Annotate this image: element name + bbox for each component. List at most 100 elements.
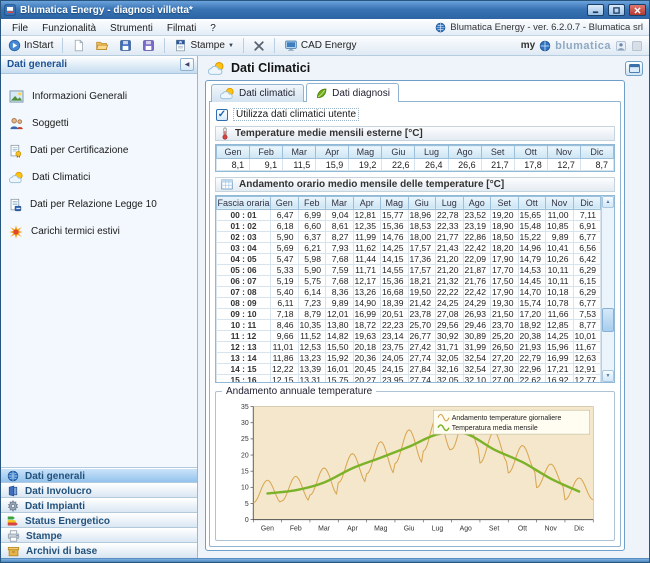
scroll-down-arrow-icon[interactable]: ▼ (602, 370, 614, 382)
x-tick-label: Nov (545, 526, 558, 533)
instart-button[interactable]: InStart (4, 38, 57, 53)
hourly-value-cell: 23,75 (381, 341, 409, 352)
chart-svg: 05101520253035GenFebMarAprMagGiuLugAgoSe… (220, 402, 610, 538)
accordion-item-dati-generali[interactable]: Dati generali (1, 468, 197, 483)
hourly-value-cell: 15,22 (518, 231, 546, 242)
hourly-value-cell: 31,99 (463, 341, 491, 352)
hourly-value-cell: 6,15 (573, 275, 601, 286)
accordion-item-dati-involucro[interactable]: Dati Involucro (1, 483, 197, 498)
hourly-value-cell: 13,80 (326, 319, 354, 330)
sidebar-item-dati-per-certificazione[interactable]: Dati per Certificazione (1, 137, 197, 164)
hourly-value-cell: 21,76 (463, 275, 491, 286)
table-row: 15 : 1612,1513,3115,7520,2723,9527,7432,… (217, 374, 601, 382)
legend-label-daily: Andamento temperature giornaliere (452, 415, 562, 422)
hourly-value-cell: 6,29 (573, 286, 601, 297)
table-row: 10 : 118,4610,3513,8018,7222,2325,7029,5… (217, 319, 601, 330)
cad-energy-button[interactable]: CAD Energy (280, 38, 361, 53)
accordion-item-status-energetico[interactable]: Status Energetico (1, 513, 197, 528)
stampe-button[interactable]: W Stampe ▼ (170, 38, 237, 53)
use-user-climate-data-checkbox[interactable]: ✓ (216, 109, 228, 121)
hourly-value-cell: 32,05 (436, 374, 464, 382)
time-band-cell: 06 : 07 (217, 275, 271, 286)
hourly-value-cell: 11,99 (353, 231, 381, 242)
time-band-cell: 02 : 03 (217, 231, 271, 242)
hourly-value-cell: 19,30 (491, 297, 519, 308)
sidebar-item-dati-per-relazione-legge-10[interactable]: Dati per Relazione Legge 10 (1, 191, 197, 218)
accordion-item-label: Dati Impianti (25, 501, 85, 512)
open-button[interactable] (91, 38, 113, 53)
tools-button[interactable] (249, 39, 269, 53)
sidebar-item-carichi-termici-estivi[interactable]: Carichi termici estivi (1, 218, 197, 245)
collapse-panel-button[interactable] (625, 61, 643, 76)
menu-item-funzionalit-[interactable]: Funzionalità (35, 22, 103, 35)
hourly-value-cell: 10,11 (546, 275, 574, 286)
new-button[interactable] (68, 38, 89, 53)
menu-item-file[interactable]: File (5, 22, 35, 35)
table-grid-icon (221, 179, 233, 190)
hourly-value-cell: 16,68 (381, 286, 409, 297)
hourly-value-cell: 18,72 (353, 319, 381, 330)
monthly-value-cell: 12,7 (547, 159, 580, 171)
hourly-value-cell: 32,54 (463, 363, 491, 374)
accordion-item-label: Archivi di base (26, 546, 97, 557)
hourly-value-cell: 6,37 (298, 231, 326, 242)
menu-item-filmati[interactable]: Filmati (160, 22, 203, 35)
accordion-item-archivi-di-base[interactable]: Archivi di base (1, 543, 197, 558)
hourly-value-cell: 19,63 (353, 330, 381, 341)
hourly-value-cell: 14,90 (353, 297, 381, 308)
hourly-section-header: Andamento orario medio mensile delle tem… (215, 177, 615, 192)
maximize-button[interactable] (608, 4, 625, 16)
tab-dati-climatici[interactable]: Dati climatici (211, 84, 304, 102)
hourly-value-cell: 6,21 (298, 242, 326, 253)
save-button[interactable] (115, 38, 136, 53)
brand-name-label: blumatica (555, 40, 611, 52)
monthly-value-cell: 9,1 (250, 159, 283, 171)
hourly-value-cell: 5,98 (298, 253, 326, 264)
hourly-value-cell: 8,36 (326, 286, 354, 297)
hourly-value-cell: 12,63 (573, 352, 601, 363)
sidebar-item-informazioni-generali[interactable]: Informazioni Generali (1, 83, 197, 110)
sidebar-item-dati-climatici[interactable]: Dati Climatici (1, 164, 197, 191)
hourly-table-frame: Fascia orariaGenFebMarAprMagGiuLugAgoSet… (215, 195, 615, 383)
energy-icon (7, 515, 19, 527)
hourly-value-cell: 10,18 (546, 286, 574, 297)
accordion-item-dati-impianti[interactable]: Dati Impianti (1, 498, 197, 513)
table-row: 08 : 096,117,239,8914,9018,3921,4224,252… (217, 297, 601, 308)
hourly-value-cell: 22,22 (436, 286, 464, 297)
accordion-item-stampe[interactable]: Stampe (1, 528, 197, 543)
scroll-up-arrow-icon[interactable]: ▲ (602, 196, 614, 208)
hourly-value-cell: 13,23 (298, 352, 326, 363)
page-header: Dati Climatici (198, 56, 649, 80)
save-all-button[interactable] (138, 38, 159, 53)
hourly-value-cell: 12,81 (353, 209, 381, 220)
scrollbar-thumb[interactable] (602, 308, 614, 332)
sidebar-collapse-button[interactable]: ◀ (180, 58, 194, 71)
time-band-cell: 14 : 15 (217, 363, 271, 374)
tab-dati-diagnosi[interactable]: Dati diagnosi (306, 83, 399, 102)
version-label-group: Blumatica Energy - ver. 6.2.0.7 - Blumat… (435, 22, 645, 33)
sidebar-header: Dati generali ◀ (1, 56, 197, 74)
hourly-scrollbar[interactable]: ▲ ▼ (601, 196, 614, 382)
hourly-value-cell: 15,74 (518, 297, 546, 308)
y-tick-label: 15 (241, 468, 249, 475)
hourly-section-title: Andamento orario medio mensile delle tem… (239, 179, 504, 190)
status-bar (1, 558, 649, 563)
accordion-item-label: Status Energetico (25, 516, 110, 527)
hourly-value-cell: 11,00 (546, 209, 574, 220)
month-header: Ago (463, 196, 491, 209)
hourly-value-cell: 22,62 (518, 374, 546, 382)
hourly-value-cell: 27,20 (491, 352, 519, 363)
accordion-item-label: Stampe (26, 531, 62, 542)
y-tick-label: 25 (241, 436, 249, 443)
minimize-button[interactable] (587, 4, 604, 16)
month-header: Mag (349, 146, 382, 159)
sidebar-item-soggetti[interactable]: Soggetti (1, 110, 197, 137)
menu-item-strumenti[interactable]: Strumenti (103, 22, 160, 35)
account-icon[interactable] (615, 40, 627, 52)
menu-item--[interactable]: ? (203, 22, 223, 35)
close-button[interactable] (629, 4, 646, 16)
panel-toggle-icon[interactable] (631, 40, 643, 52)
time-band-cell: 12 : 13 (217, 341, 271, 352)
hourly-value-cell: 6,29 (573, 264, 601, 275)
sidebar-header-title: Dati generali (7, 59, 180, 70)
